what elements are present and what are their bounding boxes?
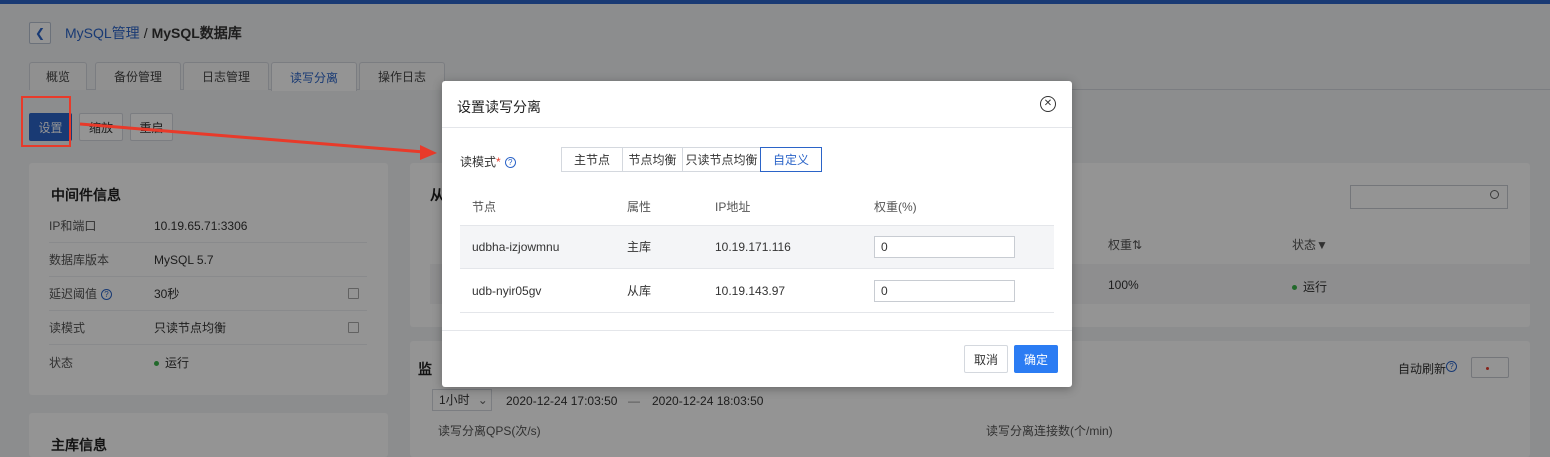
read-mode-text: 读模式 (460, 155, 497, 169)
weight-input[interactable]: 0 (874, 280, 1015, 302)
attribute-cell: 从库 (627, 284, 652, 298)
mode-option-master[interactable]: 主节点 (561, 147, 623, 172)
ip-cell: 10.19.143.97 (715, 284, 786, 298)
node-cell: udbha-izjowmnu (472, 240, 560, 254)
mode-option-balanced[interactable]: 节点均衡 (622, 147, 683, 172)
column-header-ip: IP地址 (715, 200, 751, 214)
close-icon[interactable]: ✕ (1040, 96, 1056, 112)
read-write-split-dialog: 设置读写分离 ✕ 读模式*? 主节点 节点均衡 只读节点均衡 自定义 节点 属性… (442, 81, 1072, 387)
confirm-button[interactable]: 确定 (1014, 345, 1058, 373)
mode-option-readonly-balanced[interactable]: 只读节点均衡 (682, 147, 761, 172)
required-marker: * (496, 155, 501, 169)
column-header-attribute: 属性 (627, 200, 652, 214)
column-header-weight: 权重(%) (874, 200, 917, 214)
weight-input[interactable]: 0 (874, 236, 1015, 258)
column-header-node: 节点 (472, 200, 497, 214)
node-cell: udb-nyir05gv (472, 284, 542, 298)
dialog-footer-divider (442, 330, 1072, 331)
attribute-cell: 主库 (627, 240, 652, 254)
table-row: udb-nyir05gv 从库 10.19.143.97 0 (460, 270, 1054, 313)
dialog-header: 设置读写分离 ✕ (442, 81, 1072, 128)
ip-cell: 10.19.171.116 (715, 240, 791, 254)
help-icon[interactable]: ? (504, 157, 516, 169)
read-mode-label: 读模式*? (460, 153, 516, 170)
dialog-title: 设置读写分离 (457, 99, 541, 115)
table-row: udbha-izjowmnu 主库 10.19.171.116 0 (460, 226, 1054, 269)
cancel-button[interactable]: 取消 (964, 345, 1008, 373)
mode-option-custom[interactable]: 自定义 (760, 147, 822, 172)
